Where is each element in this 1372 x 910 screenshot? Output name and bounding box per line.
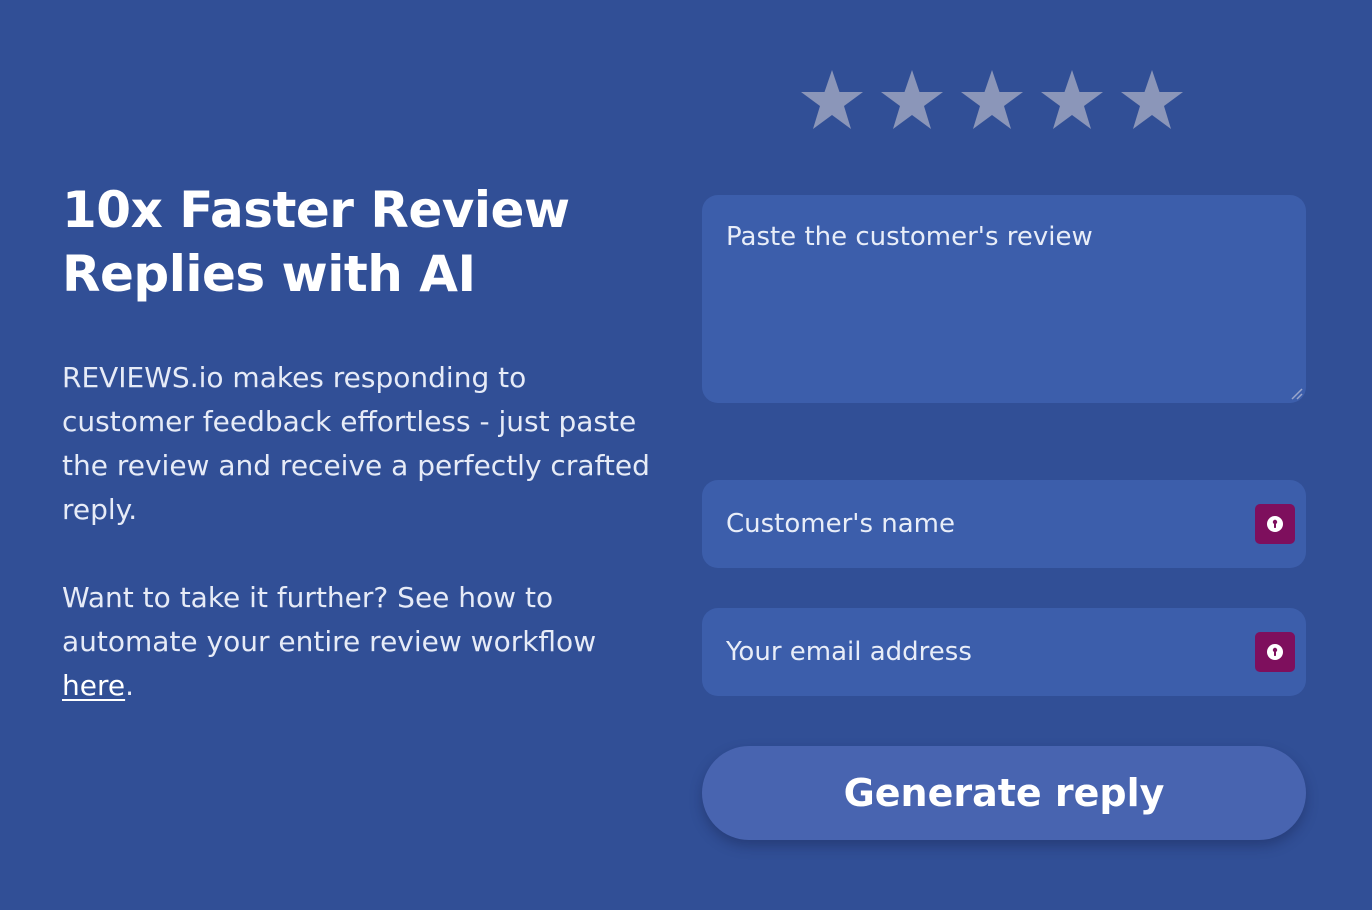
generate-reply-button[interactable]: Generate reply	[702, 746, 1306, 840]
customer-review-textarea[interactable]	[702, 195, 1306, 403]
headline-line-1: 10x Faster Review	[62, 181, 570, 239]
star-icon[interactable]	[960, 66, 1024, 134]
email-input[interactable]	[702, 608, 1306, 696]
password-key-icon[interactable]	[1255, 504, 1295, 544]
customer-name-input[interactable]	[702, 480, 1306, 568]
workflow-cta-prefix: Want to take it further? See how to auto…	[62, 581, 597, 658]
customer-name-field-wrapper	[702, 480, 1306, 568]
star-rating	[800, 66, 1184, 134]
keyhole-icon	[1267, 516, 1283, 532]
star-icon[interactable]	[1120, 66, 1184, 134]
star-icon[interactable]	[800, 66, 864, 134]
keyhole-icon	[1267, 644, 1283, 660]
resize-handle-icon[interactable]	[1289, 386, 1303, 400]
workflow-cta-suffix: .	[125, 669, 135, 702]
star-icon[interactable]	[1040, 66, 1104, 134]
hero-description: REVIEWS.io makes responding to customer …	[62, 361, 650, 526]
email-field-wrapper	[702, 608, 1306, 696]
workflow-cta-text: Want to take it further? See how to auto…	[62, 576, 652, 708]
review-textarea-wrapper	[702, 195, 1306, 403]
workflow-here-link[interactable]: here	[62, 669, 125, 702]
headline-line-2: Replies with AI	[62, 245, 476, 303]
hero-section: 10x Faster Review Replies with AI REVIEW…	[62, 178, 652, 708]
password-key-icon[interactable]	[1255, 632, 1295, 672]
star-icon[interactable]	[880, 66, 944, 134]
page-title: 10x Faster Review Replies with AI	[62, 178, 652, 306]
